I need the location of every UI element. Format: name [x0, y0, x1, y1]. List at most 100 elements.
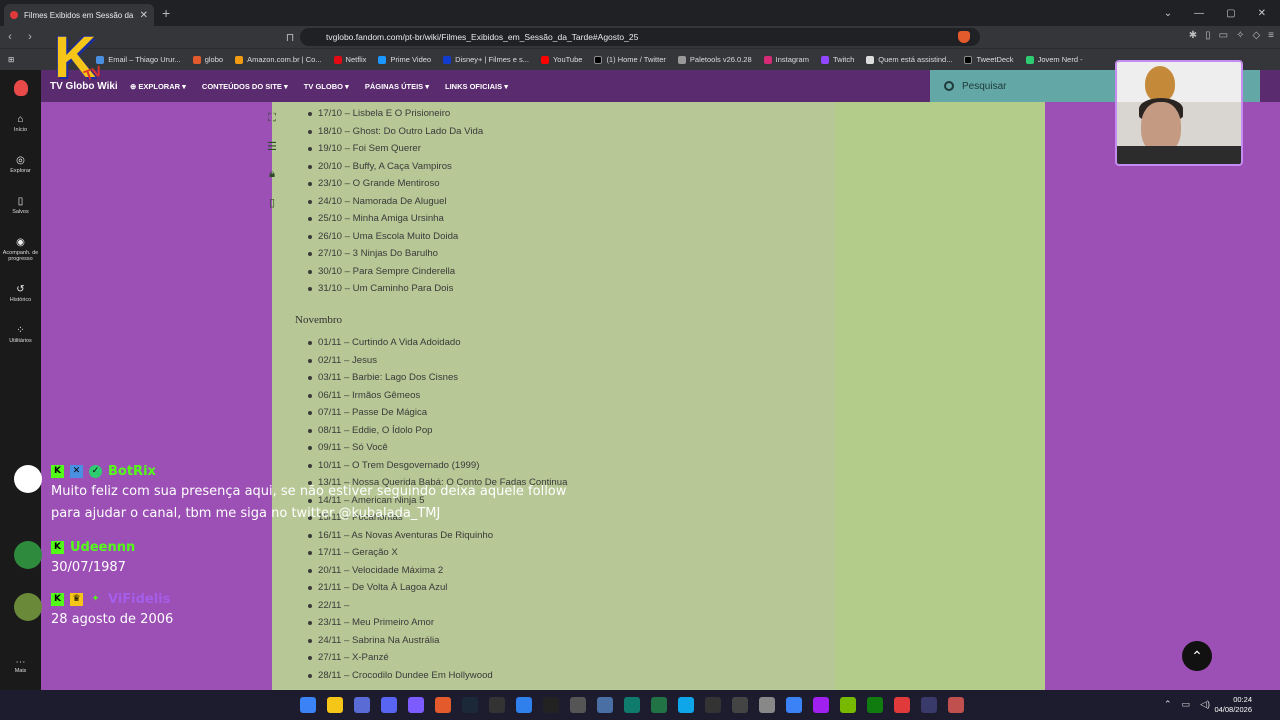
- nvidia-icon[interactable]: [840, 697, 856, 713]
- brave-icon[interactable]: [435, 697, 451, 713]
- udeennn-avatar: [14, 541, 42, 569]
- wallet-icon[interactable]: ▭: [1219, 30, 1228, 41]
- brave-shield-icon[interactable]: [958, 31, 970, 43]
- app-icon[interactable]: [948, 697, 964, 713]
- discord-icon[interactable]: [381, 697, 397, 713]
- rail-utilities[interactable]: ⁘ Utilitários: [0, 325, 41, 344]
- app-icon[interactable]: [489, 697, 505, 713]
- leo-icon[interactable]: ✧: [1236, 30, 1244, 41]
- nav-tv-globo[interactable]: TV GLOBO ▾: [304, 82, 349, 91]
- bookmark-item[interactable]: Paletools v26.0.28: [677, 55, 752, 64]
- app-icon[interactable]: [705, 697, 721, 713]
- bookmark-article-icon[interactable]: ▯: [264, 196, 280, 212]
- app-icon[interactable]: [921, 697, 937, 713]
- apps-icon[interactable]: ⊞: [8, 55, 14, 64]
- minimize-icon[interactable]: —: [1194, 8, 1204, 19]
- close-window-icon[interactable]: ✕: [1258, 8, 1266, 19]
- list-item: 21/11 – De Volta À Lagoa Azul: [307, 579, 567, 597]
- bookmark-item[interactable]: globo: [192, 55, 223, 64]
- volume-icon[interactable]: ◁): [1200, 699, 1210, 710]
- system-clock[interactable]: 00:24 04/08/2026: [1214, 695, 1252, 715]
- app-icon[interactable]: [354, 697, 370, 713]
- lock-icon[interactable]: 🔒︎: [264, 168, 280, 184]
- tray-chevron-icon[interactable]: ⌃: [1164, 699, 1172, 710]
- list-item: 25/10 – Minha Amiga Ursinha: [307, 210, 483, 228]
- check-circle-icon: ◉: [16, 237, 25, 248]
- vpn-icon[interactable]: ◇: [1252, 30, 1260, 41]
- wiki-nav-bar: TV Globo Wiki ⊕ EXPLORAR ▾ CONTEÚDOS DO …: [0, 70, 1280, 102]
- bookmark-item[interactable]: Quem está assistind...: [866, 55, 952, 64]
- kick-badge-icon: K: [51, 540, 64, 554]
- app-icon[interactable]: [759, 697, 775, 713]
- bookmark-item[interactable]: Jovem Nerd -: [1025, 55, 1083, 64]
- tab-search-icon[interactable]: ⌄: [1164, 8, 1172, 19]
- bookmark-item[interactable]: Disney+ | Filmes e s...: [443, 55, 529, 64]
- forward-icon[interactable]: ›: [20, 31, 40, 43]
- bookmarks-bar: ⊞ Email – Thiago Urur... globo Amazon.co…: [0, 48, 1280, 70]
- nav-conteudos[interactable]: CONTEÚDOS DO SITE ▾: [202, 82, 288, 91]
- nav-explorar[interactable]: ⊕ EXPLORAR ▾: [130, 82, 186, 91]
- bookmark-item[interactable]: (1) Home / Twitter: [594, 55, 666, 64]
- list-item: 19/10 – Foi Sem Querer: [307, 140, 483, 158]
- bookmark-item[interactable]: Netflix: [333, 55, 366, 64]
- app-icon[interactable]: [543, 697, 559, 713]
- browser-tab[interactable]: Filmes Exibidos em Sessão da Ta ✕: [4, 4, 154, 26]
- app-icon[interactable]: [813, 697, 829, 713]
- app-icon[interactable]: [597, 697, 613, 713]
- rail-home[interactable]: ⌂ Início: [0, 114, 41, 133]
- extensions-icon[interactable]: ✱: [1189, 30, 1197, 41]
- list-item: 23/11 – Meu Primeiro Amor: [307, 614, 567, 632]
- file-explorer-icon[interactable]: [327, 697, 343, 713]
- sidebar-icon[interactable]: ▯: [1205, 30, 1211, 41]
- chat-text: 30/07/1987: [51, 560, 126, 575]
- chevron-up-icon: ⌃: [1191, 647, 1203, 664]
- toc-icon[interactable]: ☰: [264, 140, 280, 156]
- vifidelis-avatar: [14, 593, 42, 621]
- fullscreen-icon[interactable]: ⛶: [264, 112, 280, 128]
- close-tab-icon[interactable]: ✕: [140, 10, 148, 21]
- obs-icon[interactable]: [570, 697, 586, 713]
- app-icon[interactable]: [516, 697, 532, 713]
- app-icon[interactable]: [894, 697, 910, 713]
- bookmark-item[interactable]: Amazon.com.br | Co...: [235, 55, 322, 64]
- list-item: 07/11 – Passe De Mágica: [307, 404, 567, 422]
- list-item: 23/10 – O Grande Mentiroso: [307, 175, 483, 193]
- bookmark-item[interactable]: YouTube: [540, 55, 582, 64]
- menu-icon[interactable]: ≡: [1268, 30, 1274, 41]
- app-icon[interactable]: [732, 697, 748, 713]
- url-field[interactable]: tvglobo.fandom.com/pt-br/wiki/Filmes_Exi…: [300, 28, 980, 46]
- nav-paginas-uteis[interactable]: PÁGINAS ÚTEIS ▾: [365, 82, 429, 91]
- rail-more[interactable]: ⋯ Mais: [0, 657, 41, 674]
- new-tab-icon[interactable]: +: [162, 5, 170, 21]
- rail-history[interactable]: ↺ Histórico: [0, 284, 41, 303]
- chat-username: BotRix: [108, 463, 156, 479]
- maximize-icon[interactable]: ▢: [1226, 8, 1235, 19]
- bookmark-item[interactable]: TweetDeck: [964, 55, 1014, 64]
- bookmark-item[interactable]: Instagram: [763, 55, 809, 64]
- xbox-icon[interactable]: [867, 697, 883, 713]
- history-icon: ↺: [16, 284, 25, 295]
- chat-username: ViFidelis: [108, 591, 171, 607]
- app-icon[interactable]: [408, 697, 424, 713]
- app-icon[interactable]: [678, 697, 694, 713]
- bookmark-item[interactable]: Prime Video: [378, 55, 431, 64]
- fandom-logo-icon[interactable]: [13, 80, 28, 96]
- list-item: 26/10 – Uma Escola Muito Doida: [307, 228, 483, 246]
- steam-icon[interactable]: [462, 697, 478, 713]
- back-icon[interactable]: ‹: [0, 31, 20, 43]
- bot-badge-icon: ✕: [70, 464, 83, 478]
- scroll-to-top-button[interactable]: ⌃: [1182, 641, 1212, 671]
- network-icon[interactable]: ▭: [1182, 699, 1191, 710]
- list-item: 24/11 – Sabrina Na Austrália: [307, 632, 567, 650]
- nav-links-oficiais[interactable]: LINKS OFICIAIS ▾: [445, 82, 508, 91]
- app-icon[interactable]: [651, 697, 667, 713]
- app-icon[interactable]: [624, 697, 640, 713]
- rail-explore[interactable]: ◎ Explorar: [0, 155, 41, 174]
- start-icon[interactable]: [300, 697, 316, 713]
- rail-saved[interactable]: ▯ Salvos: [0, 196, 41, 215]
- bookmark-page-icon[interactable]: ⊓: [280, 31, 300, 44]
- rail-progress[interactable]: ◉ Acompanh. de progresso: [0, 237, 41, 262]
- bookmark-item[interactable]: Twitch: [820, 55, 854, 64]
- app-icon[interactable]: [786, 697, 802, 713]
- october-list: 17/10 – Lisbela E O Prisioneiro 18/10 – …: [307, 105, 483, 298]
